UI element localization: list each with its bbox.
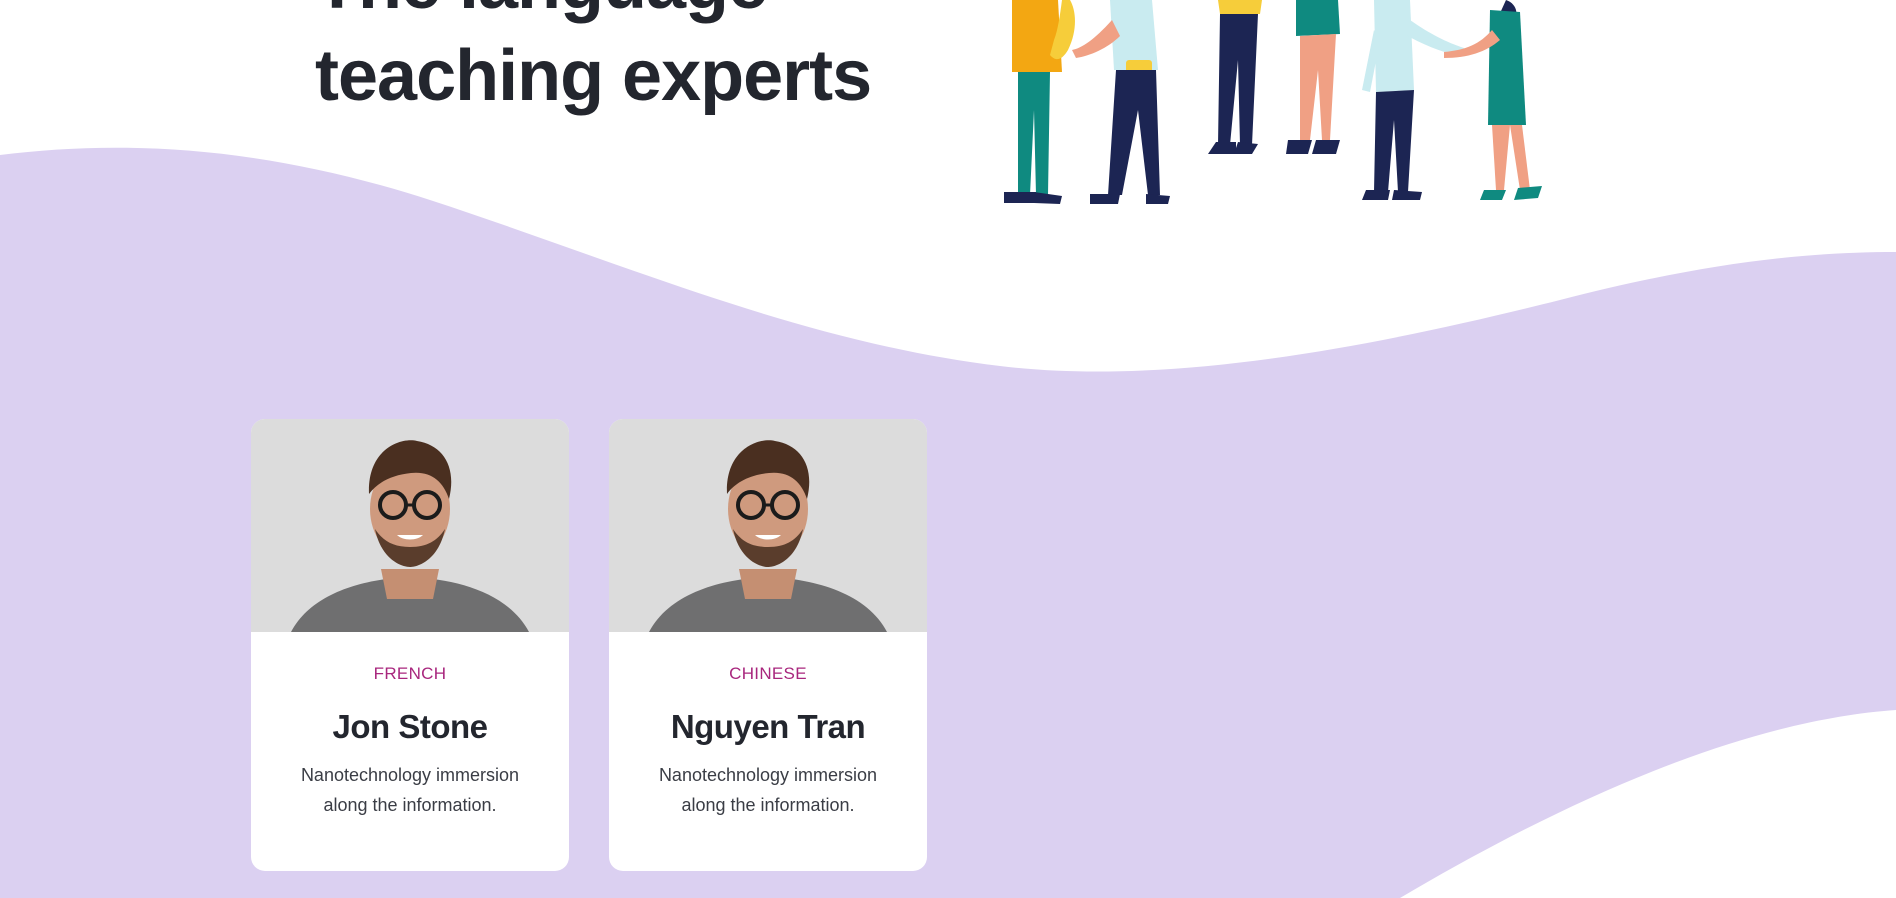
hero-title-line2: teaching experts [315, 36, 872, 116]
teacher-language: CHINESE [729, 664, 807, 683]
hero-title: The language teaching experts [315, 0, 872, 122]
person-2-figure [1072, 0, 1170, 204]
people-meeting-illustration-icon [1004, 0, 1542, 204]
teacher-name: Jon Stone [332, 708, 488, 745]
hero-title-line1: The language [315, 0, 871, 30]
person-5-figure [1362, 0, 1464, 200]
teacher-portrait-icon [251, 419, 569, 632]
teacher-card[interactable]: FRENCH Jon Stone Nanotechnology immersio… [251, 419, 569, 871]
teacher-card[interactable]: CHINESE Nguyen Tran Nanotechnology immer… [609, 419, 927, 871]
teacher-description: Nanotechnology immersion along the infor… [300, 765, 520, 815]
teacher-description: Nanotechnology immersion along the infor… [658, 765, 878, 815]
page: The language teaching experts [0, 0, 1896, 898]
teacher-portrait-icon [609, 419, 927, 632]
person-6-figure [1444, 0, 1542, 200]
teacher-cards: FRENCH Jon Stone Nanotechnology immersio… [251, 419, 927, 871]
teacher-name: Nguyen Tran [670, 708, 866, 745]
person-4-figure [1286, 0, 1340, 154]
person-1-figure [1004, 0, 1075, 204]
person-3-figure [1208, 0, 1262, 154]
teacher-language: FRENCH [373, 664, 447, 683]
